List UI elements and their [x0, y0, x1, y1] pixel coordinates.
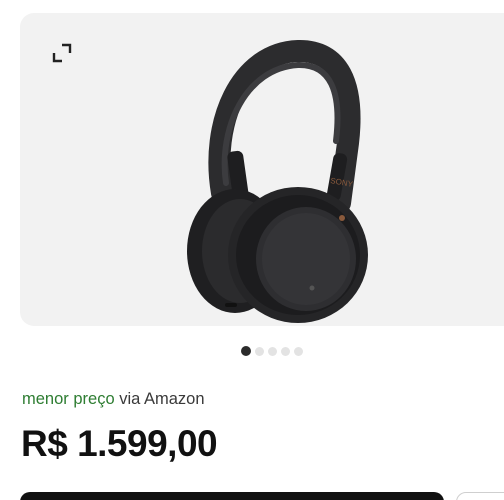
gallery-dot-1[interactable]: [241, 346, 251, 356]
product-price: R$ 1.599,00: [21, 423, 218, 464]
expand-icon[interactable]: [50, 41, 74, 65]
expand-icon-svg: [52, 43, 72, 63]
gallery-dot-2[interactable]: [255, 346, 264, 356]
gallery-dot-4[interactable]: [281, 346, 290, 356]
gallery-pagination: [0, 345, 504, 357]
headphones-image: SONY: [187, 40, 368, 323]
price-source-note: menor preço via Amazon: [22, 390, 205, 409]
buy-button[interactable]: [20, 492, 444, 500]
store-label: via Amazon: [114, 390, 205, 408]
secondary-action-button[interactable]: [456, 492, 504, 500]
gallery-dot-5[interactable]: [294, 346, 303, 356]
product-image-card[interactable]: SONY: [20, 13, 504, 326]
lowest-price-label: menor preço: [22, 390, 115, 408]
gallery-dot-3[interactable]: [268, 346, 277, 356]
